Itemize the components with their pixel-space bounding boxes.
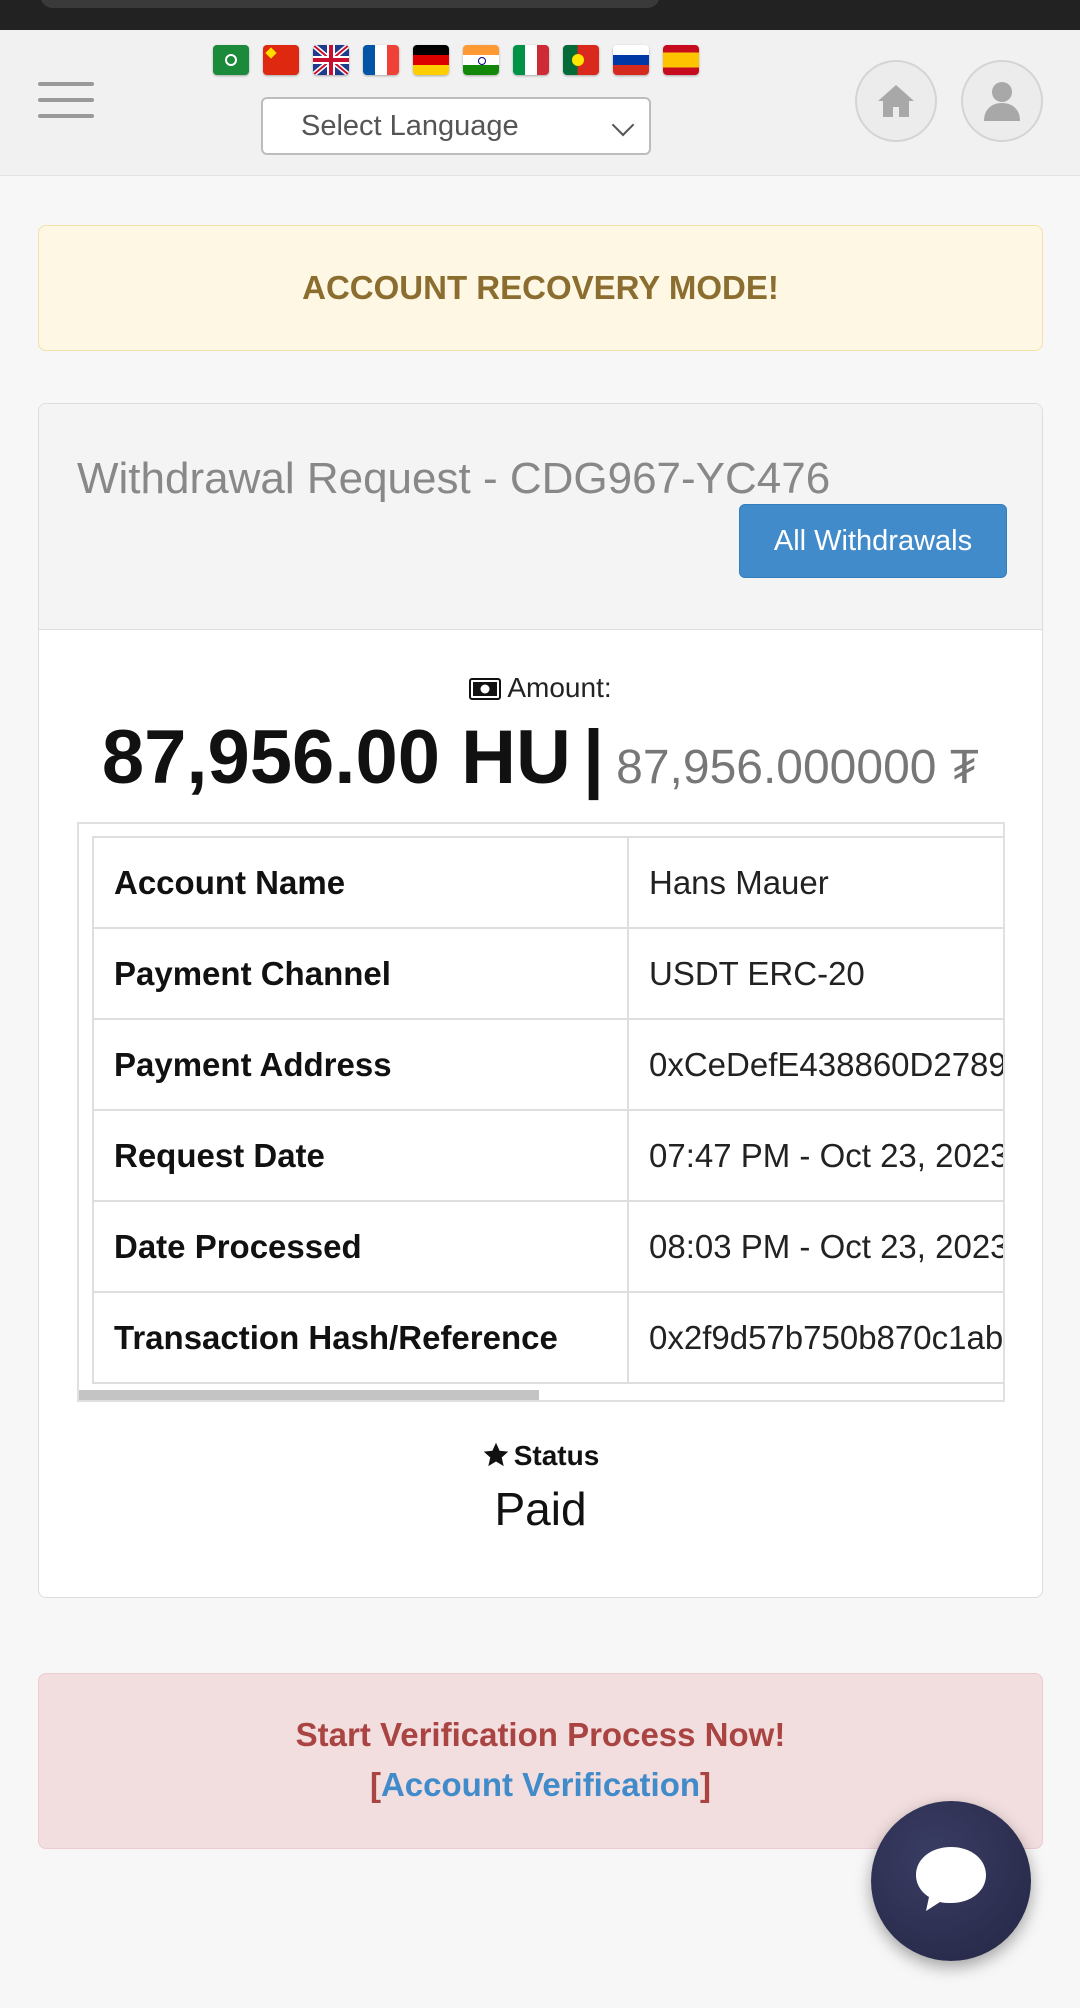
- german-flag-icon[interactable]: [413, 45, 449, 75]
- chevron-down-icon: [611, 113, 635, 137]
- arabic-flag-icon[interactable]: [213, 45, 249, 75]
- language-flags: [213, 45, 699, 77]
- indian-flag-icon[interactable]: [463, 45, 499, 75]
- french-flag-icon[interactable]: [363, 45, 399, 75]
- russian-flag-icon[interactable]: [613, 45, 649, 75]
- amount-main: 87,956.00 HU: [101, 715, 571, 800]
- details-table: Account Name Hans Mauer Payment Channel US…: [92, 836, 1003, 1384]
- page-title: Withdrawal Request - CDG967-YC476: [77, 454, 831, 503]
- row-value: 0x2f9d57b750b870c1ab: [627, 1291, 1003, 1384]
- row-key: Account Name: [92, 836, 629, 929]
- user-button[interactable]: [961, 60, 1043, 142]
- recovery-mode-text: ACCOUNT RECOVERY MODE!: [302, 269, 779, 306]
- money-icon: [469, 678, 502, 700]
- verification-alert: Start Verification Process Now! [Account…: [38, 1673, 1043, 1849]
- status-label-text: Status: [513, 1440, 600, 1471]
- table-row: Account Name Hans Mauer: [92, 836, 1003, 929]
- table-row: Payment Address 0xCeDefE438860D2789: [92, 1018, 1003, 1111]
- row-value: 07:47 PM - Oct 23, 2023: [627, 1109, 1003, 1202]
- language-select[interactable]: Select Language: [261, 97, 651, 155]
- row-key: Transaction Hash/Reference: [92, 1291, 629, 1384]
- details-table-scroll[interactable]: Account Name Hans Mauer Payment Channel US…: [77, 822, 1005, 1402]
- horizontal-scrollbar[interactable]: [79, 1390, 539, 1400]
- table-row: Date Processed 08:03 PM - Oct 23, 2023: [92, 1200, 1003, 1293]
- bracket-open: [: [369, 1766, 381, 1803]
- status-label: Status: [39, 1440, 1042, 1472]
- star-icon: [483, 1442, 508, 1467]
- table-row: Request Date 07:47 PM - Oct 23, 2023: [92, 1109, 1003, 1202]
- uk-flag-icon[interactable]: [313, 45, 349, 75]
- url-bar: [40, 0, 660, 8]
- status-bar: [0, 0, 1080, 30]
- user-icon: [984, 82, 1020, 121]
- bracket-close: ]: [700, 1766, 712, 1803]
- withdrawal-card: Withdrawal Request - CDG967-YC476 All Wi…: [38, 403, 1043, 1598]
- amount-separator: |: [582, 715, 605, 800]
- row-value: Hans Mauer: [627, 836, 1003, 929]
- chat-button[interactable]: [871, 1801, 1031, 1961]
- home-icon: [878, 85, 914, 117]
- site-header: Select Language: [0, 30, 1080, 176]
- amount-label: Amount:: [39, 672, 1042, 704]
- row-key: Request Date: [92, 1109, 629, 1202]
- home-button[interactable]: [855, 60, 937, 142]
- table-row: Transaction Hash/Reference 0x2f9d57b750b8…: [92, 1291, 1003, 1384]
- row-key: Date Processed: [92, 1200, 629, 1293]
- all-withdrawals-button[interactable]: All Withdrawals: [739, 504, 1007, 578]
- chat-icon: [916, 1847, 986, 1911]
- row-value: 08:03 PM - Oct 23, 2023: [627, 1200, 1003, 1293]
- chinese-flag-icon[interactable]: [263, 45, 299, 75]
- row-value: USDT ERC-20: [627, 927, 1003, 1020]
- verification-link-line: [Account Verification]: [39, 1766, 1042, 1804]
- row-key: Payment Address: [92, 1018, 629, 1111]
- row-value: 0xCeDefE438860D2789: [627, 1018, 1003, 1111]
- portuguese-flag-icon[interactable]: [563, 45, 599, 75]
- account-verification-link[interactable]: Account Verification: [381, 1766, 700, 1803]
- recovery-mode-alert: ACCOUNT RECOVERY MODE!: [38, 225, 1043, 351]
- status-value: Paid: [494, 1483, 587, 1535]
- amount-label-text: Amount:: [507, 672, 612, 703]
- table-row: Payment Channel USDT ERC-20: [92, 927, 1003, 1020]
- row-key: Payment Channel: [92, 927, 629, 1020]
- amount-display: 87,956.00 HU | 87,956.000000 ₮: [39, 714, 1042, 801]
- language-select-label: Select Language: [301, 109, 519, 142]
- verification-alert-text: Start Verification Process Now!: [295, 1716, 786, 1753]
- card-header: Withdrawal Request - CDG967-YC476 All Wi…: [39, 404, 1042, 630]
- italian-flag-icon[interactable]: [513, 45, 549, 75]
- menu-icon[interactable]: [38, 82, 94, 122]
- amount-usdt: 87,956.000000 ₮: [616, 741, 980, 794]
- spanish-flag-icon[interactable]: [663, 45, 699, 75]
